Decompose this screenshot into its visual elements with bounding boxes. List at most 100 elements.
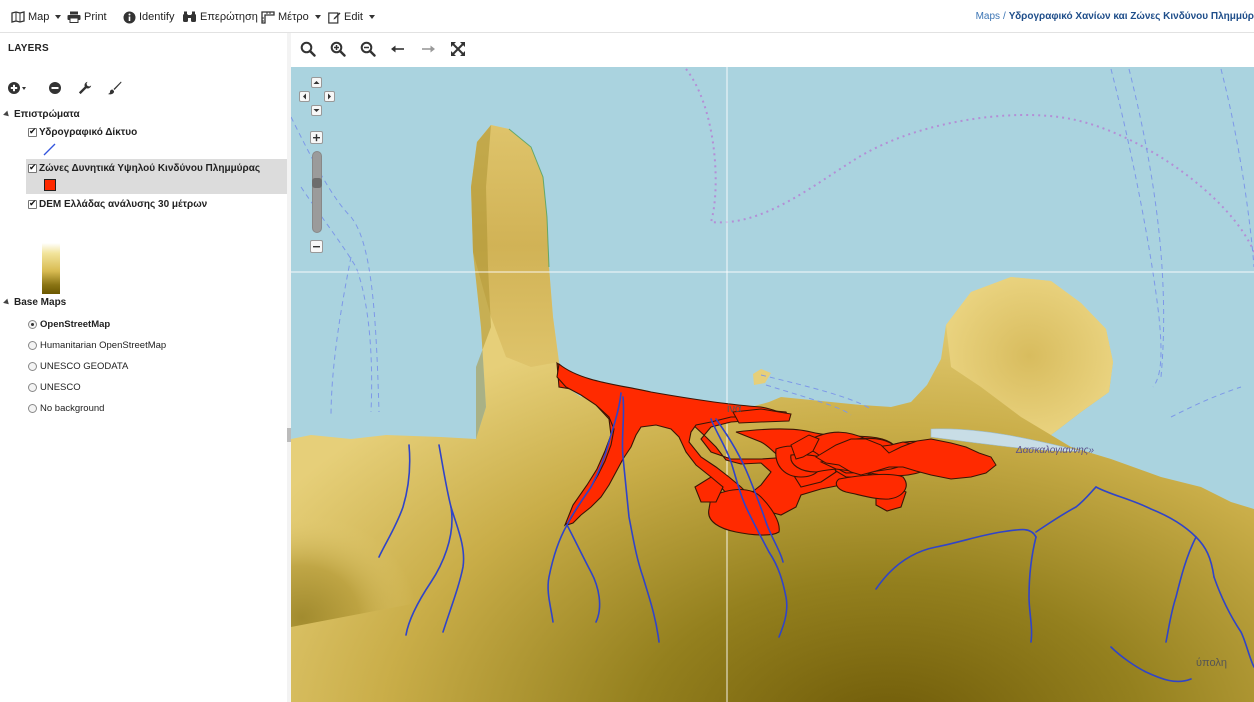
collapse-triangle-icon [3, 110, 11, 119]
layer-hydro-checkbox[interactable] [28, 126, 37, 137]
zoom-out-button[interactable] [360, 41, 378, 59]
arrow-right-icon [422, 45, 435, 53]
basemap-label: OpenStreetMap [40, 319, 111, 330]
map-label-town: ίνα [727, 403, 742, 415]
query-button[interactable]: Επερώτηση [182, 9, 258, 25]
map-label-airport: Δασκαλογιαννης» [1016, 445, 1095, 456]
add-layer-button[interactable] [8, 81, 26, 97]
edit-icon [328, 11, 341, 24]
measure-label: Μέτρο [278, 11, 309, 23]
layers-title: LAYERS [8, 43, 49, 54]
radio-button[interactable] [28, 383, 37, 392]
layer-dem-label: DEM Ελλάδας ανάλυσης 30 μέτρων [39, 199, 208, 210]
paintbrush-icon [107, 81, 122, 95]
basemap-label: UNESCO GEODATA [40, 361, 129, 372]
layer-dem-checkbox[interactable] [28, 198, 37, 209]
wrench-icon [78, 81, 92, 95]
group-base-maps[interactable]: Base Maps [3, 297, 67, 308]
zoom-slider-handle[interactable] [312, 178, 322, 188]
history-back-button[interactable] [390, 41, 408, 59]
minus-circle-icon [49, 82, 61, 94]
pan-left-button[interactable] [299, 91, 310, 102]
flood-legend-swatch [44, 179, 56, 191]
layer-hydro-network[interactable]: Υδρογραφικό Δίκτυο [28, 126, 138, 138]
map-label-city: ύπολη [1196, 657, 1227, 669]
identify-label: Identify [139, 11, 175, 23]
layer-flood-label: Ζώνες Δυνητικά Υψηλού Κινδύνου Πλημμύρας [39, 163, 261, 174]
collapse-triangle-icon [3, 298, 11, 307]
zoom-extent-button[interactable] [300, 41, 318, 59]
map-zoom-in-button[interactable] [310, 131, 323, 144]
pan-up-button[interactable] [311, 77, 322, 88]
radio-button[interactable] [28, 404, 37, 413]
basemap-label: Humanitarian OpenStreetMap [40, 340, 167, 351]
breadcrumb: Maps / Υδρογραφικό Χανίων και Ζώνες Κινδύν… [976, 11, 1254, 22]
map-toolbar [291, 33, 1254, 67]
pan-right-button[interactable] [324, 91, 335, 102]
basemap-openstreetmap[interactable]: OpenStreetMap [28, 319, 110, 330]
islet [753, 369, 771, 385]
basemap-no-background[interactable]: No background [28, 403, 104, 414]
map-menu[interactable]: Map [11, 9, 62, 25]
breadcrumb-maps-link[interactable]: Maps [976, 11, 1000, 22]
fullscreen-button[interactable] [450, 41, 468, 59]
layer-hydro-label: Υδρογραφικό Δίκτυο [39, 127, 138, 138]
info-icon [123, 11, 136, 23]
basemap-humanitarian-osm[interactable]: Humanitarian OpenStreetMap [28, 340, 166, 351]
plus-icon [313, 134, 320, 142]
radio-button[interactable] [28, 362, 37, 371]
layer-properties-button[interactable] [78, 81, 96, 97]
layer-style-button[interactable] [107, 81, 125, 97]
breadcrumb-separator: / [1003, 11, 1006, 22]
map-canvas[interactable] [291, 67, 1254, 702]
zoom-in-icon [330, 41, 346, 57]
group-overlays-label: Επιστρώματα [14, 109, 80, 120]
zoom-in-button[interactable] [330, 41, 348, 59]
pan-down-button[interactable] [311, 105, 322, 116]
map-menu-label: Map [28, 11, 50, 23]
print-icon [67, 11, 81, 23]
radio-button[interactable] [28, 341, 37, 350]
expand-icon [451, 42, 465, 56]
query-label: Επερώτηση [200, 11, 258, 23]
group-overlays[interactable]: Επιστρώματα [3, 109, 80, 120]
plus-circle-icon [8, 82, 26, 94]
chevron-down-icon [314, 15, 321, 19]
line-legend-icon [43, 143, 56, 156]
maritime-boundary [685, 68, 1254, 253]
map-icon [11, 11, 25, 23]
map-viewport[interactable]: ίνα Δασκαλογιαννης» ύπολη [291, 67, 1254, 702]
print-label: Print [84, 11, 107, 23]
minus-icon [313, 246, 320, 248]
group-base-maps-label: Base Maps [14, 297, 67, 308]
layer-dem[interactable]: DEM Ελλάδας ανάλυσης 30 μέτρων [28, 198, 208, 210]
zoom-out-icon [360, 41, 376, 57]
radio-button[interactable] [28, 320, 37, 329]
binoculars-icon [183, 11, 196, 22]
dem-legend-gradient [42, 243, 60, 294]
chevron-down-icon [368, 15, 375, 19]
breadcrumb-current-map: Υδρογραφικό Χανίων και Ζώνες Κινδύνου Πλ… [1008, 11, 1254, 22]
identify-button[interactable]: Identify [123, 9, 174, 25]
edit-label: Edit [344, 11, 363, 23]
measure-menu[interactable]: Μέτρο [261, 9, 321, 25]
layer-flood-checkbox[interactable] [28, 162, 37, 173]
remove-layer-button[interactable] [48, 81, 66, 97]
basemap-label: UNESCO [40, 382, 81, 393]
basemap-unesco-geodata[interactable]: UNESCO GEODATA [28, 361, 128, 372]
basemap-unesco[interactable]: UNESCO [28, 382, 81, 393]
caret-left-icon [303, 93, 306, 100]
history-forward-button[interactable] [420, 41, 438, 59]
print-button[interactable]: Print [67, 9, 107, 25]
zoom-slider[interactable] [312, 151, 322, 233]
layer-flood-zones[interactable]: Ζώνες Δυνητικά Υψηλού Κινδύνου Πλημμύρας [28, 162, 261, 174]
map-zoom-out-button[interactable] [310, 240, 323, 253]
ruler-icon [261, 10, 275, 24]
caret-down-icon [313, 109, 320, 112]
basemap-label: No background [40, 403, 105, 414]
caret-right-icon [328, 93, 331, 100]
arrow-left-icon [391, 45, 404, 53]
edit-menu[interactable]: Edit [328, 9, 375, 25]
search-icon [300, 41, 316, 57]
layers-panel: LAYERS Επιστρώματα Υδρογραφικό Δίκτυο Ζώ… [0, 33, 287, 702]
